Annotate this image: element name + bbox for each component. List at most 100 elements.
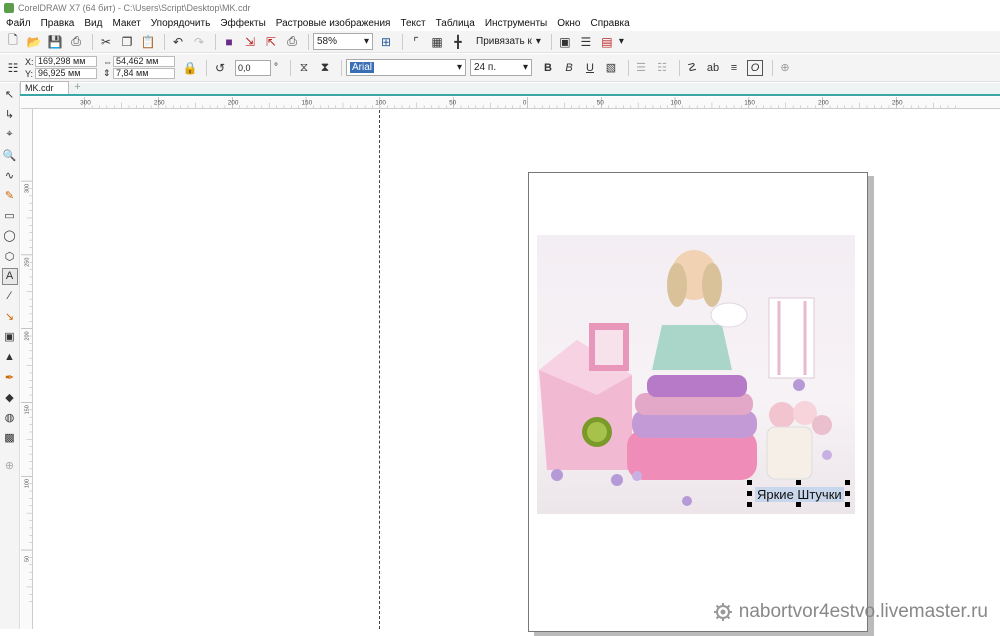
menu-file[interactable]: Файл — [6, 18, 31, 29]
add-tool-icon[interactable]: ⊕ — [2, 457, 18, 474]
search-content-icon[interactable]: ■ — [220, 33, 238, 51]
copy-icon[interactable]: ❐ — [118, 33, 136, 51]
drawing-canvas[interactable]: Яркие Штучки — [34, 110, 1000, 629]
ruler-tick-label: 250 — [892, 99, 903, 106]
undo-icon[interactable]: ↶ — [169, 33, 187, 51]
rectangle-tool-icon[interactable]: ▭ — [2, 207, 18, 224]
underline-icon[interactable]: U — [582, 60, 598, 76]
text-tool-icon[interactable]: A — [2, 268, 18, 285]
cut-icon[interactable]: ✂ — [97, 33, 115, 51]
y-position-input[interactable]: 96,925 мм — [35, 68, 97, 79]
parallel-dimension-icon[interactable]: ∕ — [2, 288, 18, 305]
chevron-down-icon: ▾ — [536, 36, 541, 47]
export-icon[interactable]: ⇱ — [262, 33, 280, 51]
pick-tool-icon[interactable]: ↖ — [2, 86, 18, 103]
menu-effects[interactable]: Эффекты — [220, 18, 265, 29]
redo-icon[interactable]: ↷ — [190, 33, 208, 51]
selection-handle-bottom-middle[interactable] — [796, 502, 801, 507]
selection-handle-top-left[interactable] — [747, 480, 752, 485]
text-orientation-icon[interactable]: ≡ — [726, 60, 742, 76]
rotation-angle-input[interactable]: 0,0 — [235, 60, 271, 76]
save-icon[interactable]: 💾 — [46, 33, 64, 51]
page[interactable]: Яркие Штучки — [528, 172, 868, 632]
artwork-text[interactable]: Яркие Штучки — [755, 487, 844, 502]
text-alignment-icon[interactable]: ▧ — [603, 60, 619, 76]
selection-handle-top-middle[interactable] — [796, 480, 801, 485]
bold-icon[interactable]: B — [540, 60, 556, 76]
welcome-screen-icon[interactable]: ▣ — [556, 33, 574, 51]
smart-fill-icon[interactable]: ◍ — [2, 409, 18, 426]
interactive-opentype-icon[interactable]: O — [747, 60, 763, 76]
font-size-select[interactable]: 24 п. ▾ — [470, 59, 532, 76]
options-icon[interactable]: ☰ — [577, 33, 595, 51]
font-list-select[interactable]: Arial ▾ — [346, 59, 466, 76]
toy-photo-image[interactable]: Яркие Штучки — [537, 235, 855, 514]
menu-window[interactable]: Окно — [557, 18, 580, 29]
snap-to-button[interactable]: Привязать к ▾ — [476, 36, 541, 47]
drop-shadow-icon[interactable]: ▣ — [2, 328, 18, 345]
text-properties-icon[interactable]: ☡ — [684, 60, 700, 76]
vertical-ruler[interactable]: 30025020015010050 — [21, 109, 33, 629]
document-tab[interactable]: MK.cdr — [20, 81, 69, 94]
selection-handle-bottom-left[interactable] — [747, 502, 752, 507]
new-tab-icon[interactable]: + — [72, 82, 84, 94]
zoom-level-select[interactable]: 58% ▾ — [313, 33, 373, 50]
artistic-media-icon[interactable]: ✎ — [2, 187, 18, 204]
menu-table[interactable]: Таблица — [436, 18, 475, 29]
menu-edit[interactable]: Правка — [41, 18, 75, 29]
object-origin-icon[interactable]: ☷ — [4, 59, 22, 77]
ruler-tick-label: 50 — [449, 99, 457, 106]
show-grid-icon[interactable]: ▦ — [428, 33, 446, 51]
mirror-vertical-icon[interactable]: ⧗ — [316, 59, 334, 77]
chevron-down-icon[interactable]: ▾ — [619, 36, 624, 47]
polygon-tool-icon[interactable]: ⬡ — [2, 248, 18, 265]
coreldraw-app-icon — [4, 3, 14, 13]
connector-tool-icon[interactable]: ↘ — [2, 308, 18, 325]
publish-pdf-icon[interactable]: ⎙ — [283, 33, 301, 51]
selection-handle-top-right[interactable] — [845, 480, 850, 485]
print-icon[interactable]: ⎙ — [67, 33, 85, 51]
show-rulers-icon[interactable]: ⌜ — [407, 33, 425, 51]
interactive-fill-icon[interactable]: ◆ — [2, 389, 18, 406]
zoom-tool-icon[interactable]: 🔍 — [2, 147, 18, 164]
toolbar-divider — [551, 34, 552, 50]
x-position-input[interactable]: 169,298 мм — [35, 56, 97, 67]
application-launcher-icon[interactable]: ▤ — [598, 33, 616, 51]
menu-tools[interactable]: Инструменты — [485, 18, 547, 29]
edit-text-icon[interactable]: ab — [705, 60, 721, 76]
mesh-fill-icon[interactable]: ▩ — [2, 429, 18, 446]
chevron-down-icon: ▾ — [364, 36, 369, 47]
selection-handle-bottom-right[interactable] — [845, 502, 850, 507]
freehand-tool-icon[interactable]: ∿ — [2, 167, 18, 184]
mirror-horizontal-icon[interactable]: ⧖ — [295, 59, 313, 77]
drop-cap-icon[interactable]: ☷ — [654, 60, 670, 76]
full-screen-preview-icon[interactable]: ⊞ — [377, 33, 395, 51]
toolbar-divider — [341, 60, 342, 76]
selection-handle-middle-right[interactable] — [845, 491, 850, 496]
selection-handle-middle-left[interactable] — [747, 491, 752, 496]
new-document-icon[interactable]: 🗋 — [4, 33, 22, 51]
menu-bitmaps[interactable]: Растровые изображения — [276, 18, 391, 29]
bullet-list-icon[interactable]: ☰ — [633, 60, 649, 76]
open-folder-icon[interactable]: 📂 — [25, 33, 43, 51]
menu-help[interactable]: Справка — [590, 18, 629, 29]
color-eyedropper-icon[interactable]: ✒ — [2, 369, 18, 386]
show-guidelines-icon[interactable]: ╋ — [449, 33, 467, 51]
import-icon[interactable]: ⇲ — [241, 33, 259, 51]
width-input[interactable]: 54,462 мм — [113, 56, 175, 67]
ruler-tick-label: 250 — [154, 99, 165, 106]
lock-ratio-icon[interactable]: 🔒 — [181, 59, 199, 77]
menu-view[interactable]: Вид — [84, 18, 102, 29]
height-input[interactable]: 7,84 мм — [113, 68, 175, 79]
horizontal-ruler[interactable]: 30025020015010050050100150200250 — [21, 97, 1000, 109]
menu-text[interactable]: Текст — [400, 18, 425, 29]
shape-tool-icon[interactable]: ↳ — [2, 106, 18, 123]
paste-icon[interactable]: 📋 — [139, 33, 157, 51]
add-icon[interactable]: ⊕ — [777, 60, 793, 76]
menu-arrange[interactable]: Упорядочить — [151, 18, 211, 29]
menu-layout[interactable]: Макет — [112, 18, 140, 29]
ellipse-tool-icon[interactable]: ◯ — [2, 227, 18, 244]
italic-icon[interactable]: B — [561, 60, 577, 76]
transparency-icon[interactable]: ▲ — [2, 348, 18, 365]
crop-tool-icon[interactable]: ⌖ — [2, 126, 18, 143]
